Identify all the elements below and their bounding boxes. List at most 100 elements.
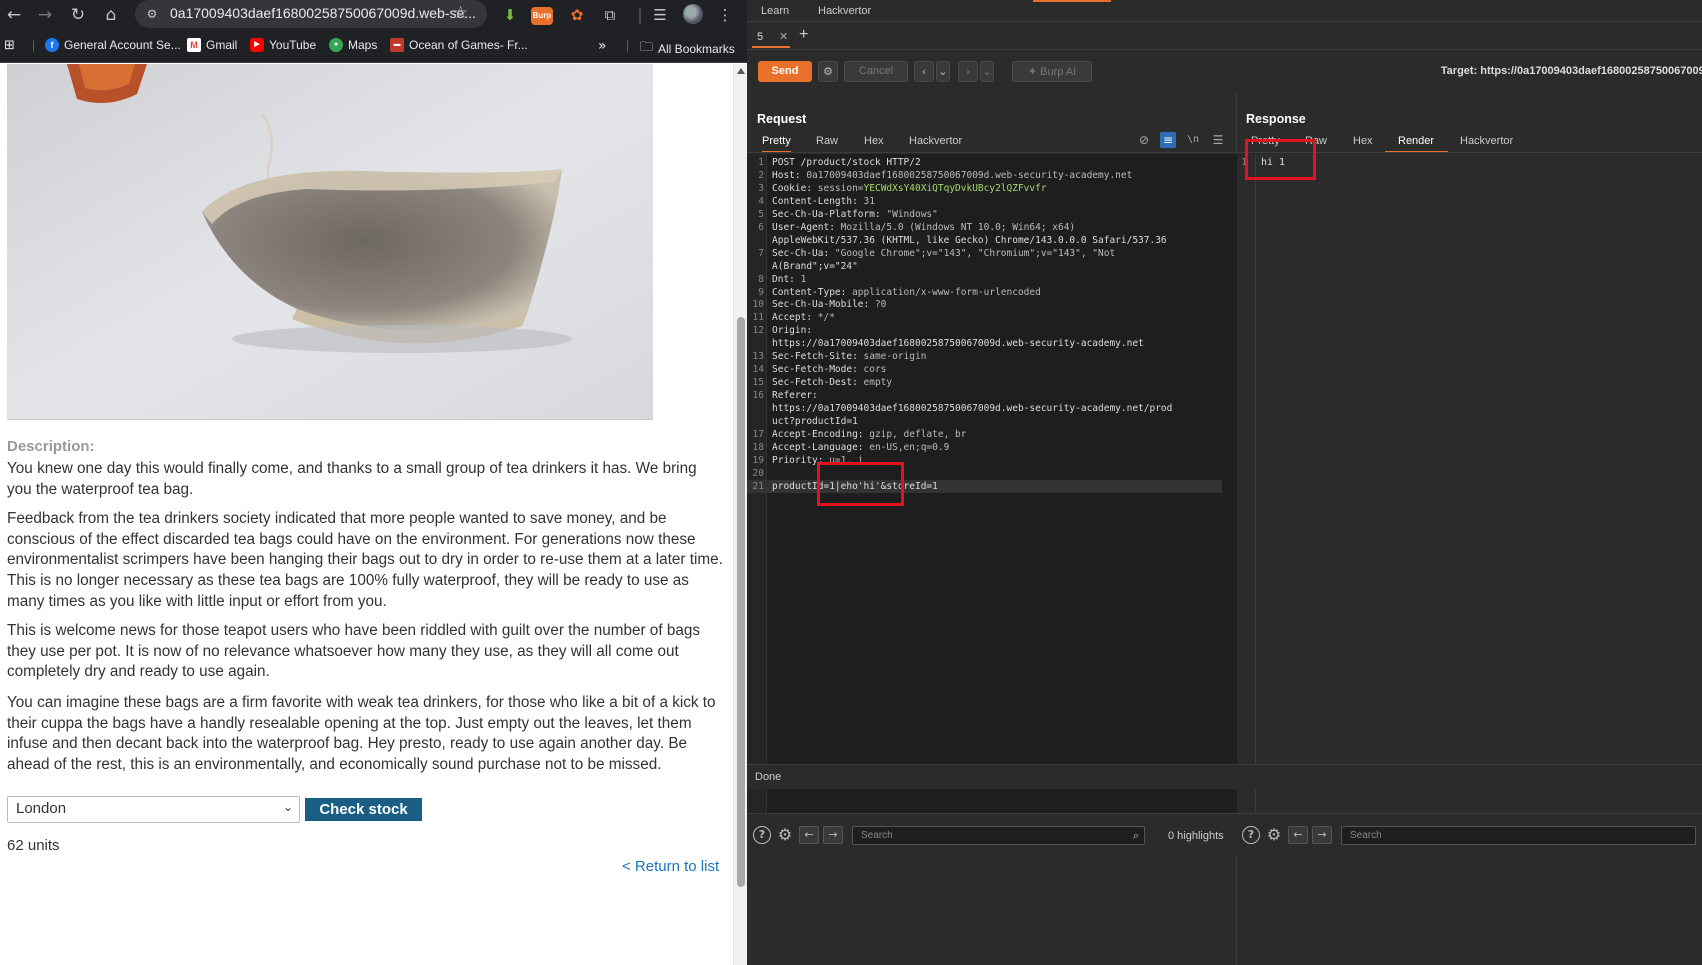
history-forward-icon[interactable]: › [958,61,978,82]
header-value: 0a17009403daef16800258750067009d.web-sec… [800,169,1133,181]
response-render-view[interactable]: 1 hi 1 [1237,154,1702,813]
request-line[interactable]: 6 User-Agent: Mozilla/5.0 (Windows NT 10.… [747,221,1237,234]
response-search-next-icon[interactable]: → [1312,826,1332,844]
media-control-icon[interactable]: ☰ [648,3,672,27]
page-scrollbar[interactable] [733,64,747,965]
burp-ai-button[interactable]: ✦ Burp AI [1012,61,1092,82]
line-text: POST /product/stock HTTP/2 [772,157,921,168]
response-tab-hex[interactable]: Hex [1353,135,1373,147]
request-line[interactable]: 16 Referer: [747,389,1237,402]
search-next-icon[interactable]: → [823,826,843,844]
request-line[interactable]: 8 Dnt: 1 [747,273,1237,286]
line-number: 19 [752,454,764,466]
response-tab-hackvertor[interactable]: Hackvertor [1460,135,1513,147]
close-tab-icon[interactable]: ✕ [779,30,788,43]
return-to-list-link[interactable]: < Return to list [622,858,719,875]
site-info-icon[interactable]: ⚙ [143,5,161,23]
store-select[interactable]: London ⌄ [7,796,300,823]
request-line[interactable]: 5 Sec-Ch-Ua-Platform: "Windows" [747,208,1237,221]
request-line[interactable]: 9 Content-Type: application/x-www-form-ur… [747,286,1237,299]
header-name: Sec-Fetch-Site: [772,351,858,363]
request-line[interactable]: 10 Sec-Ch-Ua-Mobile: ?0 [747,298,1237,311]
request-line[interactable]: 7 Sec-Ch-Ua: "Google Chrome";v="143", "Ch… [747,247,1237,260]
more-menu-icon[interactable]: ⋮ [713,3,737,27]
download-extension-icon[interactable]: ⬇ [498,3,522,27]
request-line[interactable]: 17 Accept-Encoding: gzip, deflate, br [747,428,1237,441]
search-prev-icon[interactable]: ← [799,826,819,844]
request-line[interactable]: A(Brand";v="24" [747,260,1237,273]
request-line[interactable]: 3 Cookie: session=YECWdXsY40XiQTqyDvkUBcy… [747,182,1237,195]
address-bar[interactable]: ⚙ 0a17009403daef16800258750067009d.web-s… [135,0,487,28]
bookmark-ocean-of-games[interactable]: ▬ Ocean of Games- Fr... [390,38,528,52]
menu-hackvertor[interactable]: Hackvertor [818,5,871,17]
menu-learn[interactable]: Learn [761,5,789,17]
burp-extension-icon[interactable]: Burp [531,7,553,25]
bookmark-label: Ocean of Games- Fr... [409,38,528,52]
request-line[interactable]: 1 POST /product/stock HTTP/2 [747,156,1237,169]
history-back-dropdown-icon[interactable]: ⌄ [936,61,950,82]
extensions-puzzle-icon[interactable]: ⧉ [598,3,622,27]
request-line[interactable]: https://0a17009403daef16800258750067009d… [747,337,1237,350]
profile-avatar[interactable] [683,4,703,24]
newline-toggle-icon[interactable]: \n [1185,132,1201,148]
cancel-button[interactable]: Cancel [844,61,908,82]
request-search-bar: ? ⚙ ← → Search ⌕ 0 highlights [747,813,1237,856]
request-line[interactable]: https://0a17009403daef16800258750067009d… [747,402,1237,415]
menu-lines-icon[interactable]: ☰ [1210,132,1226,148]
request-tab-hex[interactable]: Hex [864,135,884,147]
history-forward-dropdown-icon[interactable]: ⌄ [980,61,994,82]
check-stock-button[interactable]: Check stock [305,798,422,821]
request-tab-raw[interactable]: Raw [816,135,838,147]
line-text: Host: 0a17009403daef16800258750067009d.w… [772,169,1132,182]
help-icon[interactable]: ? [753,826,771,844]
request-line[interactable]: 2 Host: 0a17009403daef16800258750067009d.… [747,169,1237,182]
send-button[interactable]: Send [758,61,812,82]
all-bookmarks[interactable]: 🗀 All Bookmarks [640,38,735,60]
request-tab-hackvertor[interactable]: Hackvertor [909,135,962,147]
request-tab-pretty[interactable]: Pretty [762,135,791,153]
request-line[interactable]: uct?productId=1 [747,415,1237,428]
repeater-tab-5[interactable]: 5 ✕ [752,26,790,48]
bookmarks-overflow-icon[interactable]: » [598,38,607,54]
request-line[interactable]: 18 Accept-Language: en-US,en;q=0.9 [747,441,1237,454]
response-help-icon[interactable]: ? [1242,826,1260,844]
settings-gear-icon[interactable]: ⚙ [818,61,838,82]
hide-eye-icon[interactable]: ⊘ [1136,132,1152,148]
scroll-up-arrow-icon[interactable] [737,68,745,74]
request-line[interactable]: AppleWebKit/537.36 (KHTML, like Gecko) C… [747,234,1237,247]
header-value: same-origin [857,351,927,363]
home-icon[interactable]: ⌂ [99,3,123,27]
bookmark-youtube[interactable]: ▶ YouTube [250,38,316,52]
request-search-input[interactable]: Search ⌕ [852,826,1145,845]
bookmark-gmail[interactable]: M Gmail [187,38,237,52]
bookmark-star-icon[interactable]: ☆ [453,3,468,23]
add-tab-icon[interactable]: + [799,26,808,44]
response-search-settings-gear-icon[interactable]: ⚙ [1265,826,1283,844]
search-settings-gear-icon[interactable]: ⚙ [776,826,794,844]
request-line[interactable]: 12 Origin: [747,324,1237,337]
scrollbar-thumb[interactable] [737,317,745,887]
apps-grid-icon[interactable]: ⊞ [4,38,15,53]
line-text: uct?productId=1 [772,416,858,427]
response-tab-render[interactable]: Render [1385,135,1449,153]
request-line[interactable]: 15 Sec-Fetch-Dest: empty [747,376,1237,389]
bookmark-general-account[interactable]: f General Account Se... [45,38,181,52]
response-search-input[interactable]: Search [1341,826,1696,845]
response-search-prev-icon[interactable]: ← [1288,826,1308,844]
request-line[interactable]: 11 Accept: */* [747,311,1237,324]
cookie-extension-icon[interactable]: ✿ [565,3,589,27]
target-url[interactable]: Target: https://0a17009403daef1680025875… [1441,65,1702,77]
back-icon[interactable]: ← [2,3,26,27]
ocean-of-games-icon: ▬ [390,38,404,52]
bookmark-maps[interactable]: ● Maps [329,38,377,52]
request-line[interactable]: 4 Content-Length: 31 [747,195,1237,208]
forward-icon[interactable]: → [33,3,57,27]
history-back-icon[interactable]: ‹ [914,61,934,82]
line-text: Sec-Ch-Ua-Platform: "Windows" [772,208,938,221]
word-wrap-icon[interactable]: ≡ [1160,132,1176,148]
request-line[interactable]: 14 Sec-Fetch-Mode: cors [747,363,1237,376]
url-text[interactable]: 0a17009403daef16800258750067009d.web-se.… [170,5,476,21]
reload-icon[interactable]: ↻ [66,3,90,27]
line-number: 11 [752,312,764,324]
request-line[interactable]: 13 Sec-Fetch-Site: same-origin [747,350,1237,363]
